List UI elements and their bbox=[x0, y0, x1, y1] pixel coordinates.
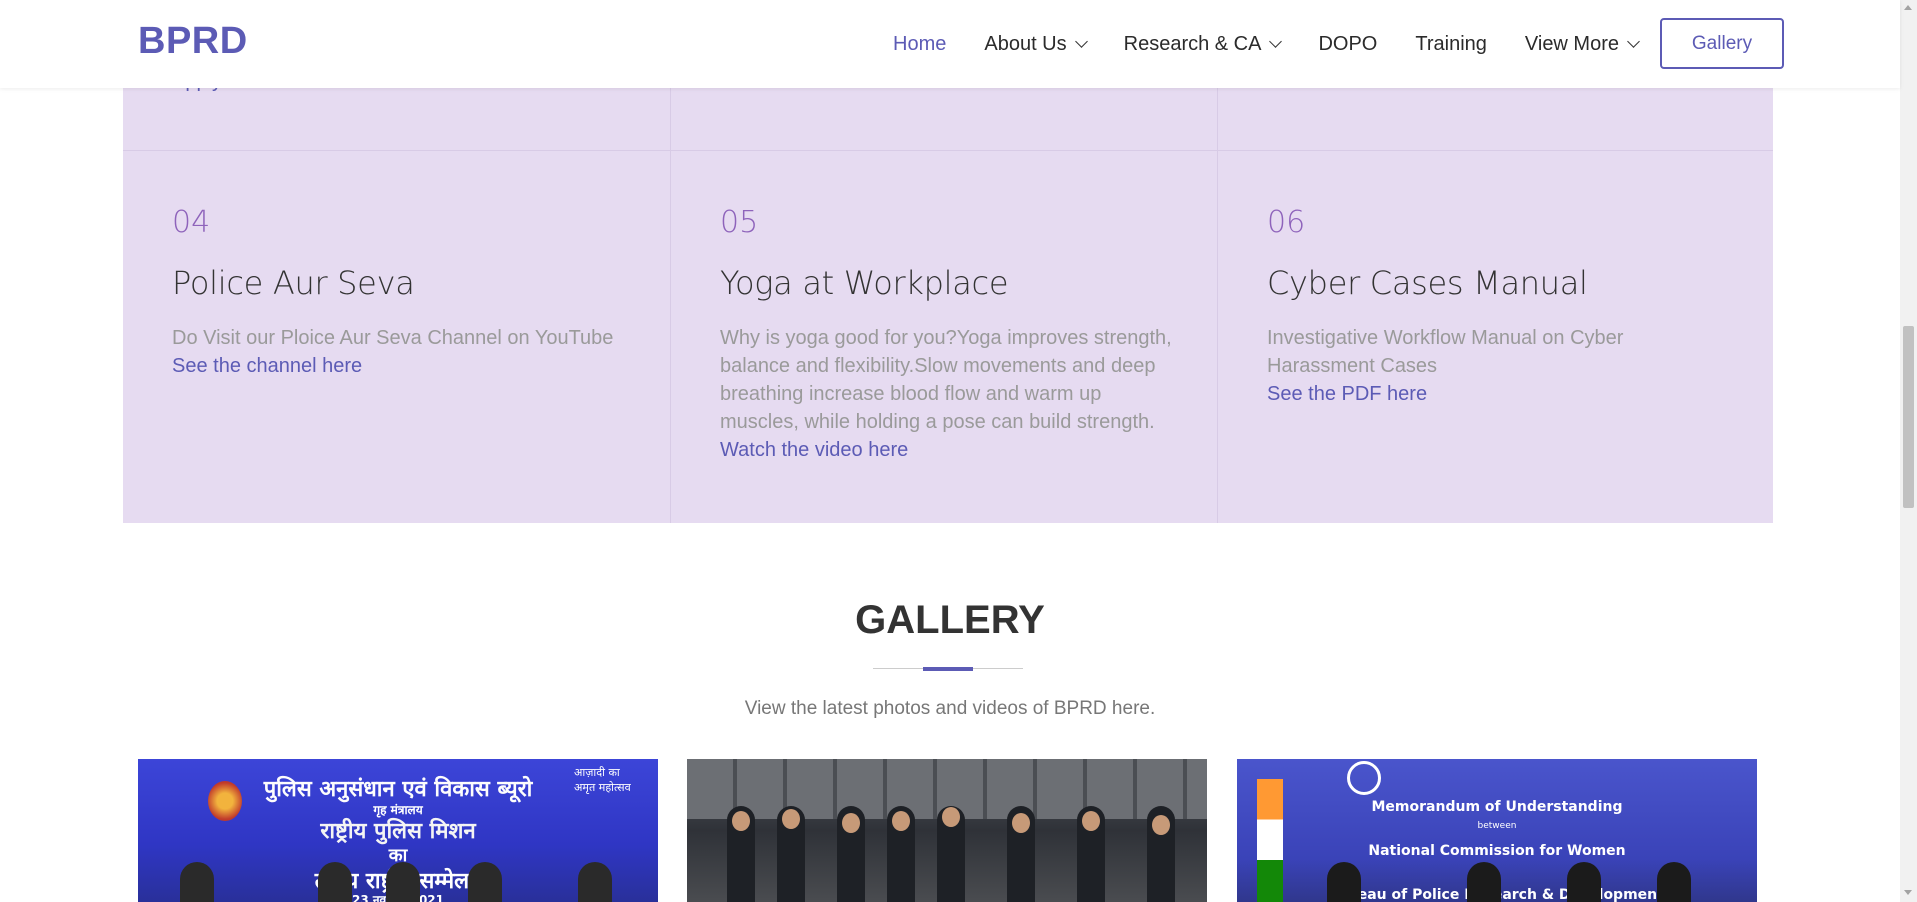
watch-video-link[interactable]: Watch the video here bbox=[720, 436, 1180, 464]
nav-training[interactable]: Training bbox=[1415, 33, 1487, 56]
nav-dopo[interactable]: DOPO bbox=[1318, 33, 1377, 56]
feature-number: 05 bbox=[720, 205, 759, 240]
brand-logo[interactable]: BPRD bbox=[138, 20, 248, 63]
photo-text: Memorandum of Understanding bbox=[1371, 799, 1623, 815]
see-pdf-link[interactable]: See the PDF here bbox=[1267, 380, 1727, 408]
gallery-photo-conference[interactable]: आज़ादी का अमृत महोत्सव पुलिस अनुसंधान एव… bbox=[138, 759, 658, 902]
nav-home[interactable]: Home bbox=[893, 33, 946, 56]
nav-about-us[interactable]: About Us bbox=[984, 33, 1088, 56]
see-channel-link[interactable]: See the channel here bbox=[172, 352, 632, 380]
photo-text: पुलिस अनुसंधान एवं विकास ब्यूरो bbox=[263, 777, 533, 802]
title-divider-accent bbox=[923, 667, 973, 671]
photo-people bbox=[1237, 862, 1757, 902]
scroll-up-arrow-icon[interactable] bbox=[1904, 5, 1912, 10]
scroll-down-arrow-icon[interactable] bbox=[1904, 890, 1912, 895]
photo-text: राष्ट्रीय पुलिस मिशन bbox=[320, 819, 476, 844]
ncw-logo-icon bbox=[1347, 761, 1381, 795]
feature-card-05: 05 Yoga at Workplace Why is yoga good fo… bbox=[671, 150, 1219, 464]
gallery-title: GALLERY bbox=[855, 598, 1045, 642]
feature-description: Investigative Workflow Manual on Cyber H… bbox=[1267, 324, 1727, 408]
gallery-subtitle: View the latest photos and videos of BPR… bbox=[744, 698, 1156, 719]
nav-view-more[interactable]: View More bbox=[1525, 33, 1640, 56]
feature-title: Cyber Cases Manual bbox=[1267, 264, 1588, 302]
chevron-down-icon bbox=[1627, 34, 1640, 48]
gallery-photo-handshake[interactable] bbox=[687, 759, 1207, 902]
navbar: BPRD Home About Us Research & CA DOPO Tr… bbox=[0, 0, 1900, 88]
feature-number: 06 bbox=[1267, 205, 1306, 240]
feature-number: 04 bbox=[172, 205, 211, 240]
feature-description: Why is yoga good for you?Yoga improves s… bbox=[720, 324, 1180, 464]
photo-text: between bbox=[1477, 821, 1517, 831]
feature-title: Police Aur Seva bbox=[172, 264, 415, 302]
feature-description: Do Visit our Ploice Aur Seva Channel on … bbox=[172, 324, 632, 380]
photo-people bbox=[138, 862, 658, 902]
nav-research-ca[interactable]: Research & CA bbox=[1124, 33, 1283, 56]
feature-card-06: 06 Cyber Cases Manual Investigative Work… bbox=[1218, 150, 1766, 408]
photo-text: National Commission for Women bbox=[1368, 843, 1626, 859]
feature-title: Yoga at Workplace bbox=[720, 264, 1009, 302]
chevron-down-icon bbox=[1269, 34, 1283, 48]
feature-card-04: 04 Police Aur Seva Do Visit our Ploice A… bbox=[123, 150, 671, 380]
gallery-photo-mou[interactable]: Memorandum of Understanding between Nati… bbox=[1237, 759, 1757, 902]
gallery-button[interactable]: Gallery bbox=[1660, 18, 1784, 69]
scrollbar-thumb[interactable] bbox=[1903, 326, 1914, 508]
nav-menu: Home About Us Research & CA DOPO Trainin… bbox=[893, 0, 1676, 88]
chevron-down-icon bbox=[1074, 34, 1088, 48]
